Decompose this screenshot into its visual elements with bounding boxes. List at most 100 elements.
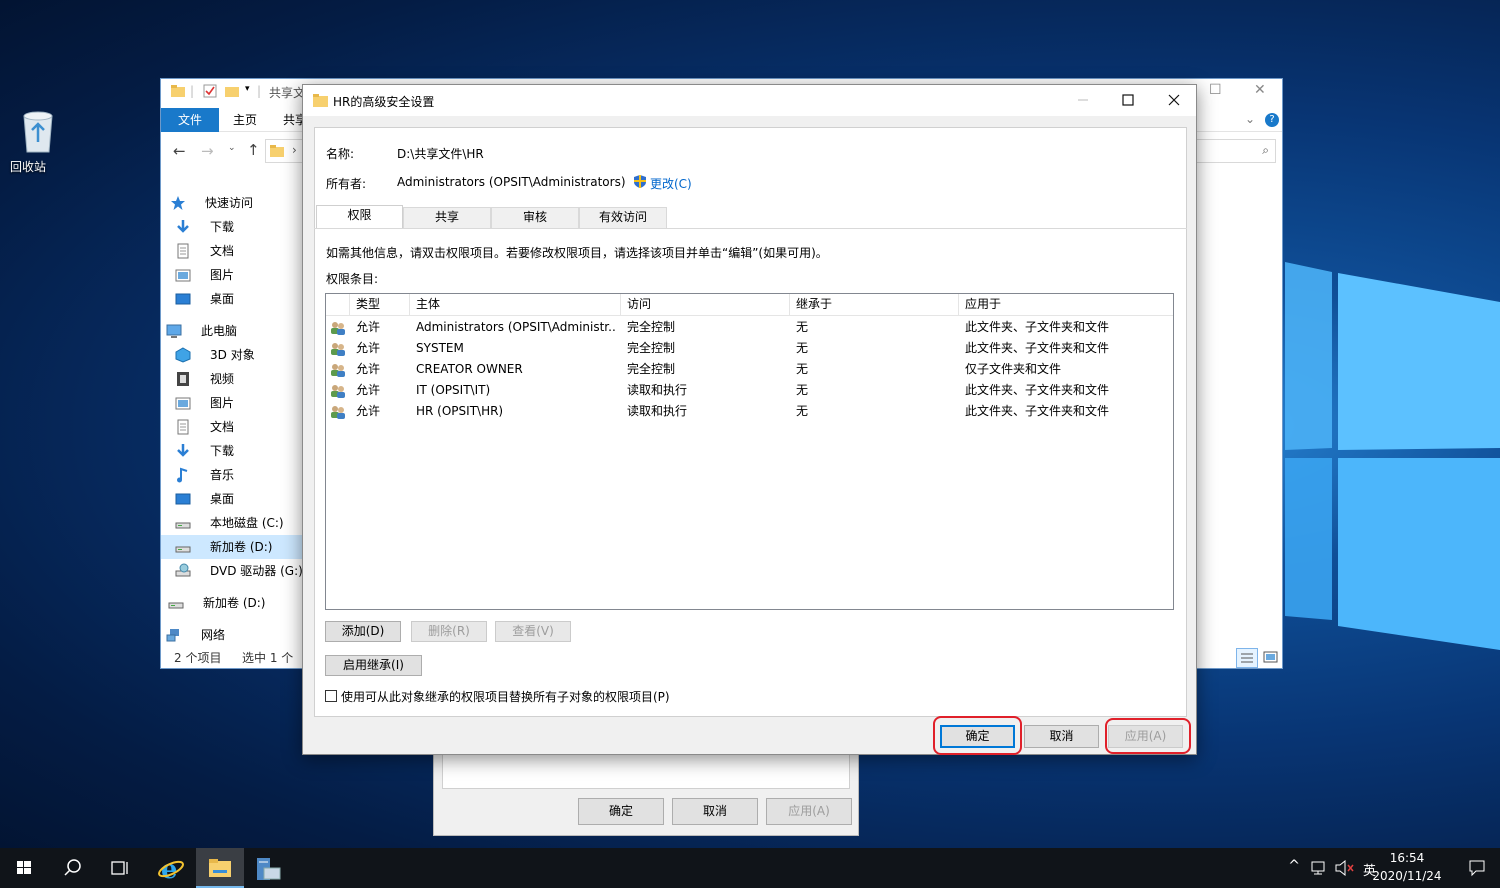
nav-item[interactable]: 图片 [161,263,306,287]
qa-dropdown-icon[interactable]: ▾ [245,84,250,94]
ribbon-tab-home[interactable]: 主页 [219,108,271,132]
back-icon[interactable]: ← [173,142,186,160]
search-button[interactable] [48,848,96,888]
taskbar: e ^ 英 16:54 2020/11/24 [0,848,1500,888]
ribbon-expand-icon[interactable]: ⌄ [1245,112,1255,126]
nav-item[interactable]: 快速访问 [161,191,306,215]
explorer-title: 共享文 [269,86,306,100]
permission-entry-row[interactable]: 允许 IT (OPSIT\IT) 读取和执行 无 此文件夹、子文件夹和文件 [326,380,1173,401]
nav-item[interactable]: DVD 驱动器 (G:) [161,559,306,583]
nav-item[interactable]: 下载 [161,215,306,239]
desktop-icon [175,491,191,507]
up-icon[interactable]: ↑ [247,141,260,159]
ribbon-tab-file[interactable]: 文件 [161,108,219,132]
nav-item[interactable]: 3D 对象 [161,343,306,367]
nav-item[interactable]: 下载 [161,439,306,463]
user-group-icon [330,341,346,357]
task-view-button[interactable] [96,848,144,888]
cell-principal: SYSTEM [416,341,464,355]
help-icon[interactable]: ? [1265,113,1279,127]
close-icon[interactable]: ✕ [1254,82,1266,98]
user-group-icon [330,404,346,420]
volume-muted-icon[interactable] [1334,860,1354,876]
address-field[interactable]: › [265,139,305,163]
permission-entries-list[interactable]: 类型 主体 访问 继承于 应用于 允许 Administrators (OPSIT… [325,293,1174,610]
search-icon: ⌕ [1262,143,1269,157]
search-input[interactable]: ⌕ [1196,139,1276,163]
nav-item[interactable]: 音乐 [161,463,306,487]
nav-item-label: 图片 [210,396,235,410]
recent-dropdown-icon[interactable]: ⌄ [228,143,236,153]
props-ok-button[interactable]: 确定 [578,798,664,825]
permission-entry-row[interactable]: 允许 Administrators (OPSIT\Administr... 完全控制… [326,317,1173,338]
cancel-button[interactable]: 取消 [1024,725,1099,748]
network-icon[interactable] [1310,860,1328,876]
internet-explorer-button[interactable]: e [148,848,196,888]
cube-icon [175,347,191,363]
nav-item[interactable]: 本地磁盘 (C:) [161,511,306,535]
advanced-security-dialog[interactable]: HR的高级安全设置 名称: D:\共享文件\HR 所有者: Administra… [302,84,1197,755]
nav-item[interactable]: 桌面 [161,487,306,511]
column-header-access[interactable]: 访问 [621,294,790,316]
nav-item[interactable]: 新加卷 (D:) [161,535,306,559]
replace-child-permissions-checkbox[interactable] [325,690,337,702]
nav-item[interactable]: 文档 [161,239,306,263]
nav-item-label: 文档 [210,244,235,258]
nav-item-label: 桌面 [210,292,235,306]
clock-time[interactable]: 16:54 [1382,851,1432,865]
details-view-icon[interactable] [1236,648,1258,668]
new-folder-icon[interactable] [225,84,239,98]
nav-item[interactable]: 视频 [161,367,306,391]
close-button[interactable] [1151,85,1197,116]
file-explorer-taskbar-button[interactable] [196,848,244,888]
notification-center-icon[interactable] [1468,859,1486,877]
name-label: 名称: [326,147,355,161]
view-button[interactable]: 查看(V) [495,621,571,642]
show-hidden-icons-icon[interactable]: ^ [1288,858,1300,874]
column-header-applies-to[interactable]: 应用于 [959,294,1173,316]
nav-item-label: 下载 [210,444,235,458]
props-cancel-button[interactable]: 取消 [672,798,758,825]
permission-entry-row[interactable]: 允许 SYSTEM 完全控制 无 此文件夹、子文件夹和文件 [326,338,1173,359]
nav-item[interactable]: 图片 [161,391,306,415]
info-text: 如需其他信息，请双击权限项目。若要修改权限项目，请选择该项目并单击“编辑”(如果… [326,246,828,260]
large-icons-view-icon[interactable] [1260,648,1282,668]
tab-share[interactable]: 共享 [403,207,491,228]
tab-permissions[interactable]: 权限 [316,205,403,229]
tab-effective-access[interactable]: 有效访问 [579,207,667,228]
permission-entry-row[interactable]: 允许 CREATOR OWNER 完全控制 无 仅子文件夹和文件 [326,359,1173,380]
remove-button[interactable]: 删除(R) [411,621,487,642]
add-button[interactable]: 添加(D) [325,621,401,642]
start-button[interactable] [0,848,48,888]
folder-icon [171,85,185,97]
minimize-button[interactable] [1060,85,1106,116]
task-view-icon [111,861,128,875]
enable-inheritance-button[interactable]: 启用继承(I) [325,655,422,676]
nav-item[interactable]: 桌面 [161,287,306,311]
replace-child-permissions-label[interactable]: 使用可从此对象继承的权限项目替换所有子对象的权限项目(P) [341,688,670,705]
permission-entry-row[interactable]: 允许 HR (OPSIT\HR) 读取和执行 无 此文件夹、子文件夹和文件 [326,401,1173,422]
recycle-bin[interactable]: 回收站 [10,108,66,174]
owner-value: Administrators (OPSIT\Administrators) [397,175,626,189]
clock-date[interactable]: 2020/11/24 [1370,869,1444,883]
change-owner-link[interactable]: 更改(C) [650,175,692,192]
nav-item[interactable]: 网络 [161,623,306,647]
user-group-icon [330,362,346,378]
maximize-button[interactable] [1105,85,1151,116]
tab-auditing[interactable]: 审核 [491,207,579,228]
document-icon [175,243,191,259]
forward-icon[interactable]: → [201,142,214,160]
nav-item[interactable]: 新加卷 (D:) [161,591,306,615]
highlight-ring-apply [1105,718,1191,754]
file-explorer-icon [209,859,231,877]
properties-icon[interactable] [203,84,217,98]
restore-icon[interactable]: ☐ [1209,82,1222,98]
props-apply-button[interactable]: 应用(A) [766,798,852,825]
column-header-principal[interactable]: 主体 [410,294,621,316]
nav-item[interactable]: 此电脑 [161,319,306,343]
column-header-inherited-from[interactable]: 继承于 [790,294,959,316]
server-manager-button[interactable] [244,848,292,888]
nav-item[interactable]: 文档 [161,415,306,439]
nav-item-label: 网络 [201,628,226,642]
column-header-type[interactable]: 类型 [350,294,410,316]
